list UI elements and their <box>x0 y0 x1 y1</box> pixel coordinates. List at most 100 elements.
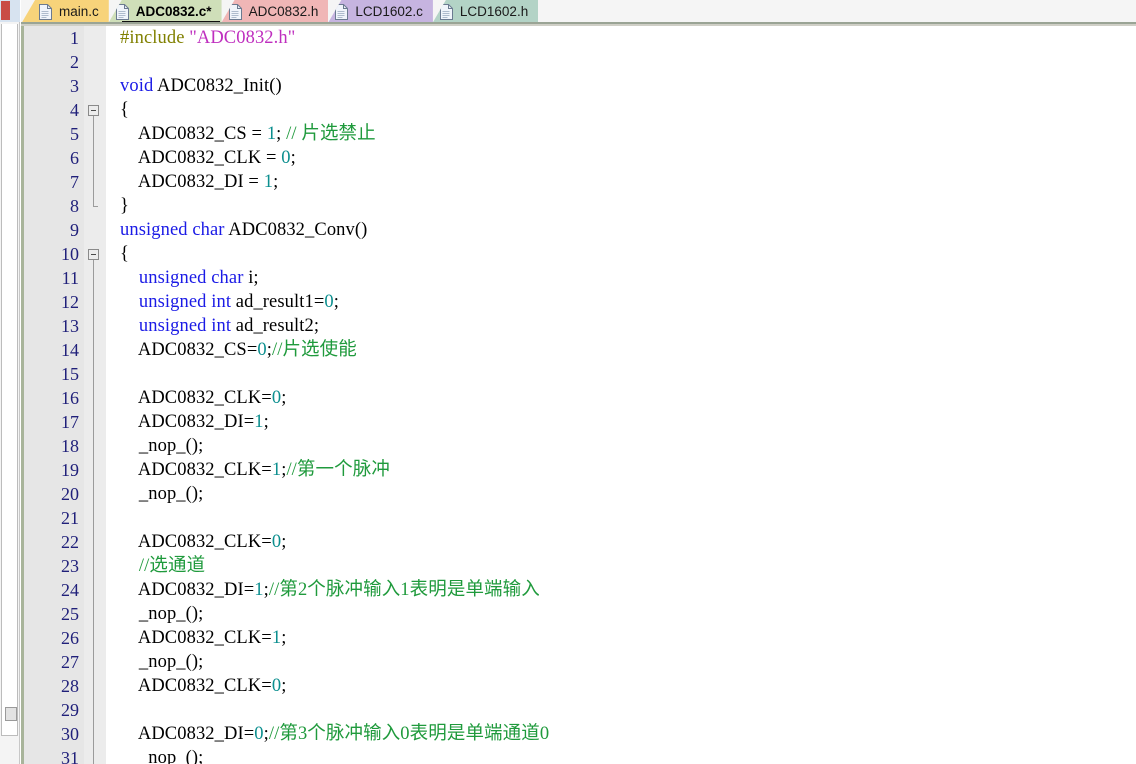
code-line[interactable]: ADC0832_DI = 1; <box>120 170 1136 194</box>
left-panel-header <box>0 0 20 22</box>
code-token-plain: ; <box>281 532 287 552</box>
fold-guide <box>84 314 106 338</box>
line-number: 18 <box>61 436 79 456</box>
tab-label: ADC0832.h <box>248 4 319 20</box>
fold-guide <box>84 386 106 410</box>
code-line[interactable]: ADC0832_DI=1; <box>120 410 1136 434</box>
code-token-cmt: //选通道 <box>138 556 206 576</box>
fold-guide-line <box>93 698 94 722</box>
code-line[interactable]: ADC0832_DI=0;//第3个脉冲输入0表明是单端通道0 <box>120 722 1136 746</box>
fold-guide-line <box>93 338 94 362</box>
tab-label: LCD1602.h <box>459 4 529 20</box>
code-line[interactable]: ADC0832_CLK=0; <box>120 530 1136 554</box>
code-text-area[interactable]: #include "ADC0832.h" void ADC0832_Init()… <box>106 26 1136 764</box>
fold-box-icon[interactable] <box>88 105 99 116</box>
code-line[interactable]: ADC0832_CLK=0; <box>120 386 1136 410</box>
code-line[interactable]: ADC0832_CLK=0; <box>120 674 1136 698</box>
fold-collapse-icon[interactable] <box>84 242 106 266</box>
tab-lcd1602-h[interactable]: LCD1602.h <box>431 0 539 24</box>
line-number: 12 <box>61 292 79 312</box>
code-token-num: 0 <box>271 532 282 552</box>
code-token-plain: ad_result2; <box>231 316 320 336</box>
code-line[interactable]: unsigned int ad_result1=0; <box>120 290 1136 314</box>
code-line[interactable]: _nop_(); <box>120 650 1136 674</box>
code-line[interactable]: #include "ADC0832.h" <box>120 26 1136 50</box>
tab-list: main.c ADC0832.c* ADC0832.h LCD1602.c LCD160… <box>21 0 539 24</box>
code-line[interactable]: unsigned char ADC0832_Conv() <box>120 218 1136 242</box>
fold-guide <box>84 674 106 698</box>
fold-guide-line <box>93 122 94 146</box>
fold-guide <box>84 122 106 146</box>
code-line[interactable]: ADC0832_CS=0;//片选使能 <box>120 338 1136 362</box>
code-line[interactable] <box>120 50 1136 74</box>
tab-adc0832-h[interactable]: ADC0832.h <box>220 0 329 24</box>
code-folding-column[interactable] <box>84 26 106 764</box>
code-line[interactable]: ADC0832_CS = 1; // 片选禁止 <box>120 122 1136 146</box>
file-icon <box>228 4 242 20</box>
code-token-num: 0 <box>271 388 282 408</box>
code-line[interactable]: void ADC0832_Init() <box>120 74 1136 98</box>
left-panel-scroll-track[interactable] <box>1 24 18 736</box>
line-number: 2 <box>70 52 79 72</box>
fold-guide-line <box>93 146 94 170</box>
tab-adc0832-c-[interactable]: ADC0832.c* <box>107 0 222 24</box>
code-line[interactable]: //选通道 <box>120 554 1136 578</box>
line-number: 29 <box>61 700 79 720</box>
code-line[interactable]: } <box>120 194 1136 218</box>
line-number: 1 <box>70 28 79 48</box>
line-number: 28 <box>61 676 79 696</box>
code-line[interactable]: _nop_(); <box>120 434 1136 458</box>
fold-guide <box>84 698 106 722</box>
code-token-plain: ADC0832_CS= <box>120 340 258 360</box>
code-token-plain: ADC0832_CLK= <box>120 460 272 480</box>
code-token-plain: ; <box>290 148 296 168</box>
code-line[interactable]: { <box>120 98 1136 122</box>
fold-empty <box>84 50 106 74</box>
file-icon <box>115 4 129 20</box>
line-number: 23 <box>61 556 79 576</box>
code-line[interactable]: unsigned int ad_result2; <box>120 314 1136 338</box>
code-token-cmt: //第2个脉冲输入1表明是单端输入 <box>268 580 540 600</box>
code-line[interactable] <box>120 698 1136 722</box>
fold-guide <box>84 458 106 482</box>
code-token-cmt: //第3个脉冲输入0表明是单端通道0 <box>268 724 550 744</box>
line-number: 8 <box>70 196 79 216</box>
fold-collapse-icon[interactable] <box>84 98 106 122</box>
code-token-plain: i; <box>243 268 259 288</box>
tab-lcd1602-c[interactable]: LCD1602.c <box>327 0 433 24</box>
code-token-pp: #include <box>120 28 190 48</box>
code-line[interactable]: ADC0832_CLK = 0; <box>120 146 1136 170</box>
code-editor[interactable]: 1 2 3 4 5 6 7 8 9 10 11 12 13 14 15 16 17 18 19 20 21 22 23 24 2… <box>21 26 1136 764</box>
code-token-num: 1 <box>271 460 282 480</box>
fold-box-icon[interactable] <box>88 249 99 260</box>
fold-guide-line <box>93 626 94 650</box>
code-line[interactable]: ADC0832_CLK=1;//第一个脉冲 <box>120 458 1136 482</box>
line-number: 24 <box>61 580 79 600</box>
line-number: 21 <box>61 508 79 528</box>
code-line[interactable]: ADC0832_DI=1;//第2个脉冲输入1表明是单端输入 <box>120 578 1136 602</box>
code-token-plain: ; <box>333 292 339 312</box>
code-line[interactable] <box>120 362 1136 386</box>
code-token-num: 0 <box>281 148 291 168</box>
line-number: 26 <box>61 628 79 648</box>
code-token-plain: ADC0832_CLK= <box>120 628 272 648</box>
code-line[interactable]: ADC0832_CLK=1; <box>120 626 1136 650</box>
vertical-scroll-thumb[interactable] <box>5 707 17 721</box>
code-line[interactable]: _nop_(); <box>120 602 1136 626</box>
line-number: 5 <box>70 124 79 144</box>
code-line[interactable]: _nop_(); <box>120 746 1136 764</box>
code-token-cmt: //第一个脉冲 <box>286 460 390 480</box>
fold-guide-line <box>93 290 94 314</box>
code-line[interactable]: _nop_(); <box>120 482 1136 506</box>
line-number: 10 <box>61 244 79 264</box>
code-line[interactable]: unsigned char i; <box>120 266 1136 290</box>
code-token-plain: { <box>120 100 129 120</box>
tab-main-c[interactable]: main.c <box>21 0 109 24</box>
fold-guide <box>84 602 106 626</box>
line-number: 11 <box>61 268 79 288</box>
code-line[interactable] <box>120 506 1136 530</box>
code-line[interactable]: { <box>120 242 1136 266</box>
code-token-kw: unsigned int <box>138 292 232 312</box>
